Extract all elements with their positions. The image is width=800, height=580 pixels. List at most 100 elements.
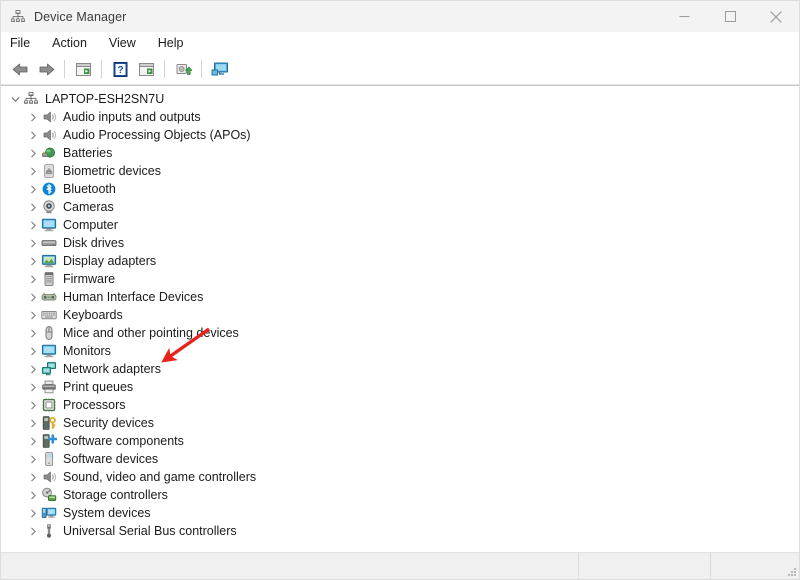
back-arrow-icon	[12, 63, 27, 75]
tree-row[interactable]: Universal Serial Bus controllers	[1, 522, 799, 540]
tree-item-label: Print queues	[63, 380, 134, 394]
battery-icon	[41, 145, 57, 161]
tree-row[interactable]: Audio Processing Objects (APOs)	[1, 126, 799, 144]
content-area: LAPTOP-ESH2SN7U Audio inputs and outputs…	[1, 85, 799, 552]
chevron-right-icon[interactable]	[25, 486, 41, 504]
menu-bar: File Action View Help	[1, 32, 799, 54]
tree-row[interactable]: Batteries	[1, 144, 799, 162]
chevron-right-icon[interactable]	[25, 450, 41, 468]
tree-row[interactable]: Disk drives	[1, 234, 799, 252]
chevron-right-icon[interactable]	[25, 126, 41, 144]
tree-item-label: Computer	[63, 218, 118, 232]
chevron-right-icon[interactable]	[25, 360, 41, 378]
resize-grip[interactable]	[785, 565, 797, 577]
fingerprint-icon	[41, 163, 57, 179]
forward-button[interactable]	[33, 57, 59, 81]
toolbar-separator-4	[201, 60, 202, 78]
chevron-right-icon[interactable]	[25, 288, 41, 306]
keyboard-icon	[41, 307, 57, 323]
device-manager-icon	[11, 9, 25, 22]
chevron-right-icon[interactable]	[25, 432, 41, 450]
tree-row[interactable]: Computer	[1, 216, 799, 234]
device-manager-window: Device Manager File Action View Help ? L…	[0, 0, 800, 580]
menu-item-action[interactable]: Action	[52, 32, 98, 54]
firmware-chip-icon	[41, 271, 57, 287]
network-adapter-icon	[41, 361, 57, 377]
chevron-right-icon[interactable]	[25, 234, 41, 252]
chevron-right-icon[interactable]	[25, 180, 41, 198]
tree-item-label: Human Interface Devices	[63, 290, 204, 304]
tree-row[interactable]: Bluetooth	[1, 180, 799, 198]
chevron-right-icon[interactable]	[25, 522, 41, 540]
software-device-icon	[41, 451, 57, 467]
tree-row[interactable]: Security devices	[1, 414, 799, 432]
menu-item-help[interactable]: Help	[158, 32, 195, 54]
tree-row[interactable]: Keyboards	[1, 306, 799, 324]
show-hidden-devices-button[interactable]	[207, 57, 233, 81]
tree-row[interactable]: Network adapters	[1, 360, 799, 378]
chevron-right-icon[interactable]	[25, 252, 41, 270]
tree-row[interactable]: System devices	[1, 504, 799, 522]
speaker-icon	[41, 109, 57, 125]
menu-item-file[interactable]: File	[10, 32, 41, 54]
chevron-right-icon[interactable]	[25, 162, 41, 180]
svg-text:?: ?	[117, 65, 123, 76]
tree-row[interactable]: Software devices	[1, 450, 799, 468]
tree-item-label: Bluetooth	[63, 182, 116, 196]
chevron-down-icon[interactable]	[7, 90, 23, 108]
tree-item-label: Disk drives	[63, 236, 125, 250]
tree-row[interactable]: Storage controllers	[1, 486, 799, 504]
tree-row[interactable]: Firmware	[1, 270, 799, 288]
usb-icon	[41, 523, 57, 539]
tree-row[interactable]: Mice and other pointing devices	[1, 324, 799, 342]
toolbar-separator-3	[164, 60, 165, 78]
tree-item-label: Sound, video and game controllers	[63, 470, 257, 484]
chevron-right-icon[interactable]	[25, 504, 41, 522]
processor-icon	[41, 397, 57, 413]
tree-row[interactable]: Human Interface Devices	[1, 288, 799, 306]
properties-window-icon	[75, 62, 91, 76]
chevron-right-icon[interactable]	[25, 414, 41, 432]
close-button[interactable]	[753, 1, 799, 32]
chevron-right-icon[interactable]	[25, 198, 41, 216]
hid-icon	[41, 289, 57, 305]
toolbar-separator-2	[101, 60, 102, 78]
tree-row[interactable]: Cameras	[1, 198, 799, 216]
chevron-right-icon[interactable]	[25, 144, 41, 162]
maximize-button[interactable]	[707, 1, 753, 32]
update-driver-button[interactable]	[133, 57, 159, 81]
back-button[interactable]	[7, 57, 33, 81]
tree-item-label: Firmware	[63, 272, 116, 286]
tree-row[interactable]: Monitors	[1, 342, 799, 360]
tree-row[interactable]: Audio inputs and outputs	[1, 108, 799, 126]
minimize-button[interactable]	[661, 1, 707, 32]
tree-item-label: Monitors	[63, 344, 111, 358]
chevron-right-icon[interactable]	[25, 324, 41, 342]
chevron-right-icon[interactable]	[25, 468, 41, 486]
tree-row[interactable]: Biometric devices	[1, 162, 799, 180]
tree-row[interactable]: Processors	[1, 396, 799, 414]
tree-row[interactable]: Display adapters	[1, 252, 799, 270]
security-key-icon	[41, 415, 57, 431]
menu-item-view[interactable]: View	[109, 32, 147, 54]
chevron-right-icon[interactable]	[25, 342, 41, 360]
display-adapter-icon	[41, 253, 57, 269]
chevron-right-icon[interactable]	[25, 108, 41, 126]
help-button[interactable]: ?	[107, 57, 133, 81]
properties-button[interactable]	[70, 57, 96, 81]
chevron-right-icon[interactable]	[25, 396, 41, 414]
tree-row[interactable]: Software components	[1, 432, 799, 450]
tree-row-root[interactable]: LAPTOP-ESH2SN7U	[1, 90, 799, 108]
tree-item-label: Keyboards	[63, 308, 123, 322]
scan-hardware-changes-button[interactable]	[170, 57, 196, 81]
chevron-right-icon[interactable]	[25, 270, 41, 288]
tree-row[interactable]: Print queues	[1, 378, 799, 396]
chevron-right-icon[interactable]	[25, 306, 41, 324]
chevron-right-icon[interactable]	[25, 378, 41, 396]
tree-item-label: Software components	[63, 434, 184, 448]
title-bar: Device Manager	[1, 1, 799, 32]
tree-item-label: Processors	[63, 398, 126, 412]
chevron-right-icon[interactable]	[25, 216, 41, 234]
tree-row[interactable]: Sound, video and game controllers	[1, 468, 799, 486]
tree-item-label: Universal Serial Bus controllers	[63, 524, 237, 538]
